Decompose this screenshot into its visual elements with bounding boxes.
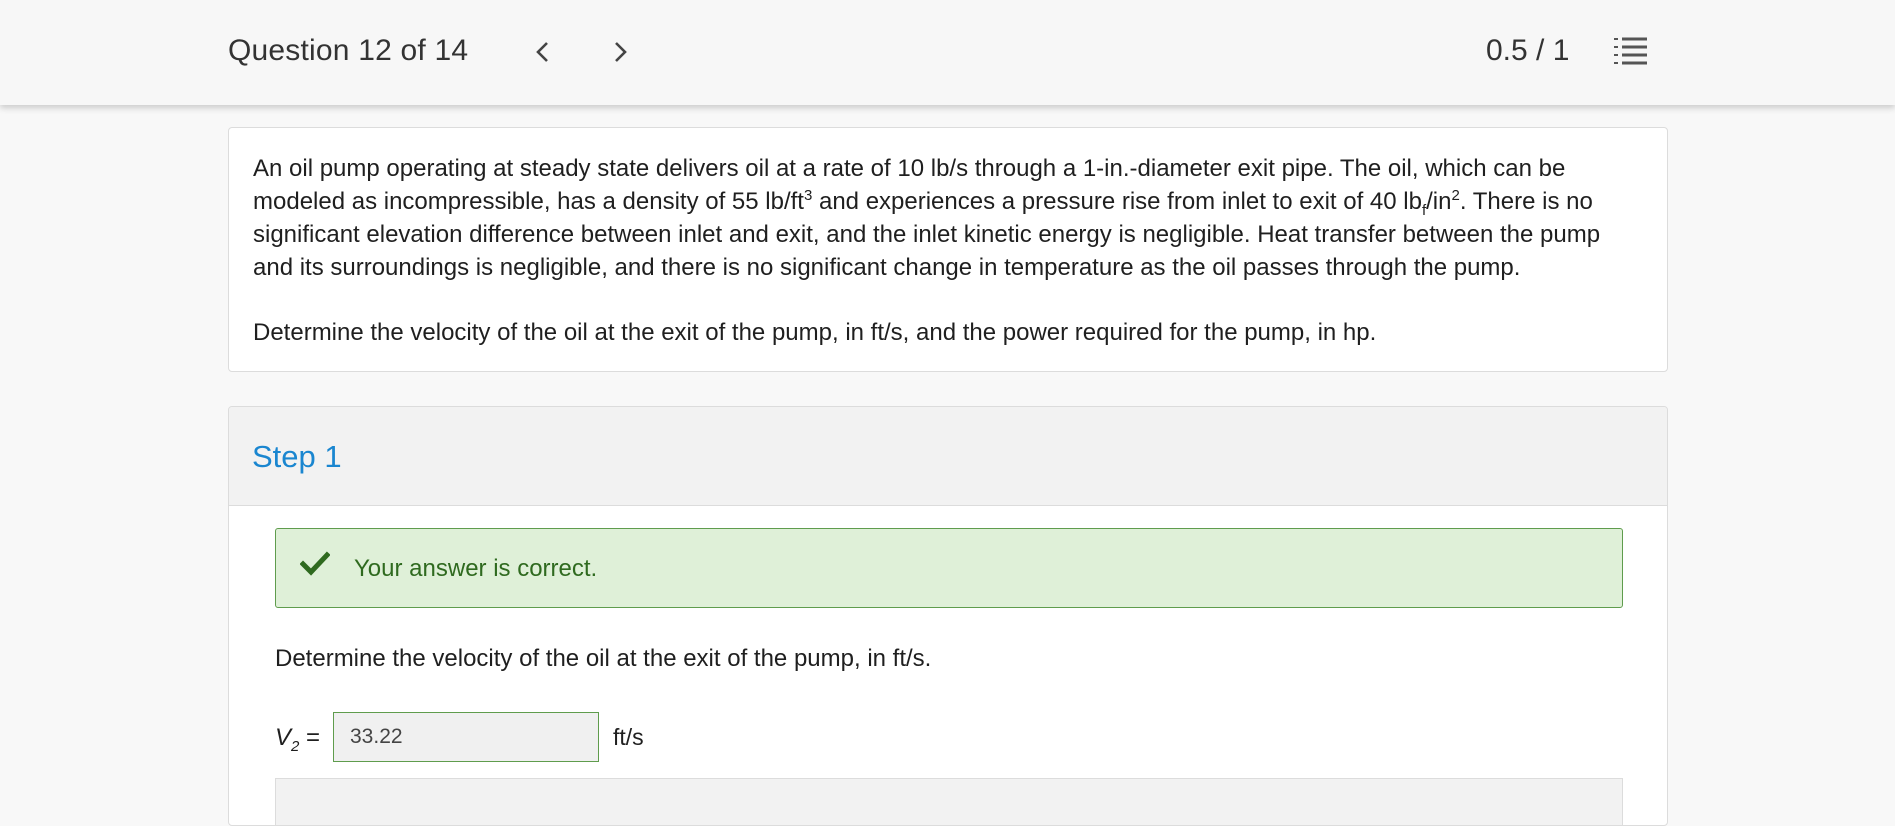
- next-question-button[interactable]: [605, 34, 635, 70]
- problem-text: An oil pump operating at steady state de…: [253, 155, 1601, 281]
- step-header[interactable]: Step 1: [229, 407, 1667, 506]
- previous-question-button[interactable]: [528, 34, 558, 70]
- problem-statement: An oil pump operating at steady state de…: [228, 127, 1668, 372]
- numbered-list-icon: [1614, 37, 1647, 65]
- variable-label: V2 =: [275, 724, 321, 755]
- feedback-text: Your answer is correct.: [354, 555, 598, 582]
- step-card: Step 1 Your answer is correct. Determine…: [228, 406, 1668, 826]
- chevron-right-icon: [615, 42, 627, 62]
- chevron-left-icon: [536, 42, 548, 62]
- next-section-panel: [275, 778, 1623, 825]
- checkmark-icon: [300, 551, 330, 576]
- question-header: Question 12 of 14 0.5 / 1: [0, 0, 1895, 105]
- velocity-answer-input[interactable]: [333, 712, 599, 762]
- question-list-button[interactable]: [1614, 36, 1648, 68]
- correct-answer-banner: Your answer is correct.: [275, 528, 1623, 608]
- score-display: 0.5 / 1: [1486, 34, 1570, 67]
- step-title: Step 1: [252, 439, 342, 474]
- problem-question: Determine the velocity of the oil at the…: [253, 319, 1377, 346]
- unit-label: ft/s: [613, 724, 644, 750]
- question-counter: Question 12 of 14: [228, 34, 469, 67]
- step-question: Determine the velocity of the oil at the…: [275, 645, 932, 672]
